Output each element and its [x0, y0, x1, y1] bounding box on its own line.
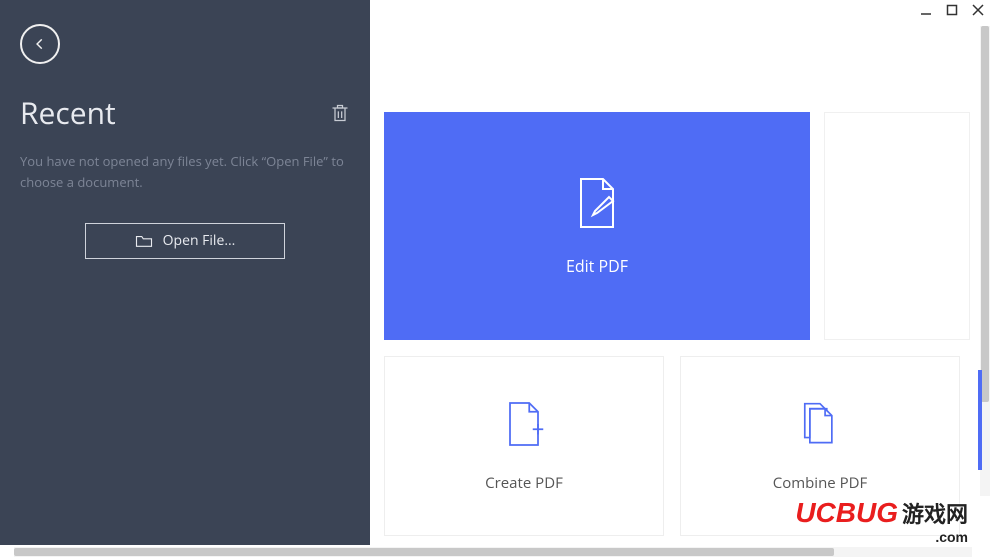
- combine-pdf-label: Combine PDF: [773, 473, 868, 493]
- folder-icon: [135, 234, 153, 248]
- back-button[interactable]: [20, 24, 60, 64]
- close-button[interactable]: [970, 2, 986, 18]
- create-pdf-icon: [503, 399, 545, 449]
- chevron-left-icon: [33, 37, 47, 51]
- create-pdf-card[interactable]: Create PDF: [384, 356, 664, 536]
- main-area: Edit PDF Create PDF: [370, 0, 992, 559]
- open-file-label: Open File...: [163, 231, 236, 250]
- edit-pdf-label: Edit PDF: [566, 255, 628, 277]
- content-area: Edit PDF Create PDF: [370, 26, 978, 543]
- combine-pdf-icon: [798, 399, 842, 449]
- sidebar: Recent You have not opened any files yet…: [0, 0, 370, 545]
- recent-empty-text: You have not opened any files yet. Click…: [20, 151, 350, 193]
- recent-title: Recent: [20, 92, 116, 133]
- app-window: Recent You have not opened any files yet…: [0, 0, 992, 559]
- create-pdf-label: Create PDF: [485, 473, 563, 493]
- open-file-button[interactable]: Open File...: [85, 223, 285, 259]
- recent-header: Recent: [20, 92, 350, 133]
- trash-icon[interactable]: [330, 103, 350, 123]
- horizontal-scrollbar-thumb[interactable]: [14, 548, 834, 556]
- combine-pdf-card[interactable]: Combine PDF: [680, 356, 960, 536]
- edit-pdf-card[interactable]: Edit PDF: [384, 112, 810, 340]
- vertical-accent-bar: [978, 370, 982, 470]
- maximize-button[interactable]: [944, 2, 960, 18]
- horizontal-scrollbar[interactable]: [14, 547, 972, 557]
- edit-pdf-icon: [572, 175, 622, 231]
- window-controls: [918, 2, 986, 18]
- side-card[interactable]: [824, 112, 970, 340]
- minimize-button[interactable]: [918, 2, 934, 18]
- vertical-scrollbar-thumb[interactable]: [981, 26, 989, 402]
